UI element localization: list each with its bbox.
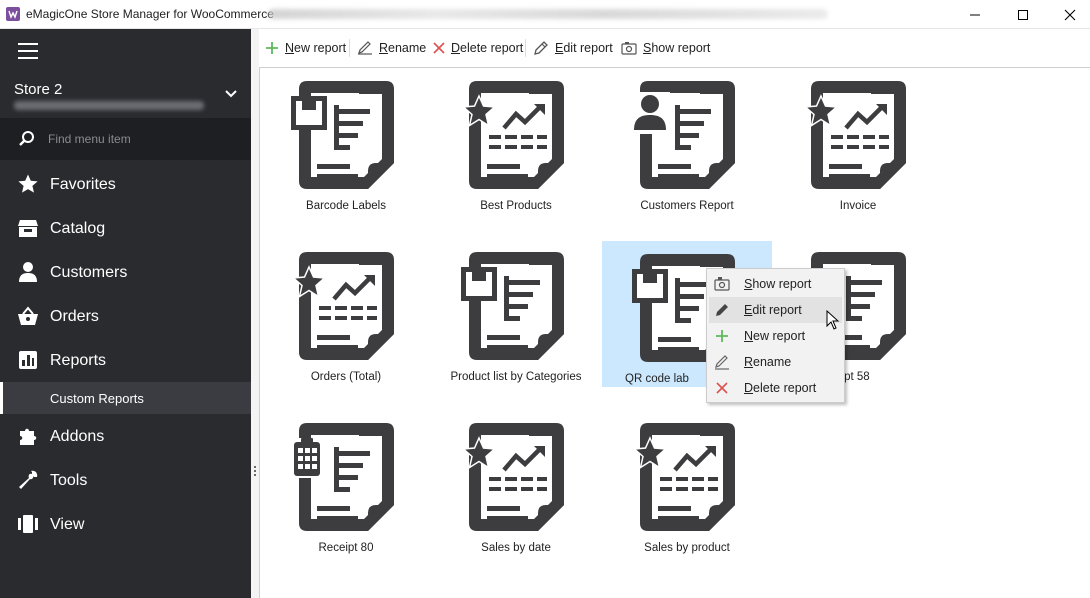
pencil-icon: [716, 304, 728, 316]
hamburger-menu-icon[interactable]: [18, 43, 38, 59]
edit-report-button[interactable]: Edit report: [533, 38, 613, 58]
star-icon: [18, 174, 38, 193]
sidebar-item-favorites[interactable]: Favorites: [0, 162, 251, 206]
basket-icon: [18, 306, 38, 325]
pencil-icon: [534, 41, 548, 55]
toolbar-separator: [349, 39, 350, 57]
menu-search: [0, 118, 251, 160]
view-icon: [18, 515, 38, 533]
store-url-blurred: [14, 101, 204, 110]
new-report-button[interactable]: New report: [265, 38, 346, 58]
splitter-grip[interactable]: [254, 466, 256, 476]
sidebar: Store 2 Favorites Catalog Customers Orde…: [0, 29, 251, 598]
report-label: Orders (Total): [310, 371, 382, 383]
report-document-icon: [632, 81, 735, 189]
title-bar: eMagicOne Store Manager for WooCommerce: [0, 0, 1090, 29]
chevron-down-icon[interactable]: [224, 89, 238, 99]
report-tile-sales-by-date[interactable]: Sales by date: [431, 410, 601, 556]
report-document-icon: [461, 423, 564, 531]
sidebar-item-custom-reports[interactable]: Custom Reports: [0, 382, 251, 414]
report-label: Barcode Labels: [306, 200, 386, 212]
box-icon: [18, 220, 38, 237]
report-label: Invoice: [839, 200, 877, 212]
calculator-icon: [291, 438, 323, 478]
reports-grid: Barcode Labels Best Products Customers R…: [259, 67, 1090, 598]
report-document-icon: [461, 81, 564, 189]
show-report-icon: [621, 42, 637, 55]
menu-search-input[interactable]: [48, 130, 238, 148]
report-tile-sales-by-product[interactable]: Sales by product: [602, 410, 772, 556]
box-icon: [632, 269, 668, 303]
minimize-button[interactable]: [952, 0, 998, 29]
maximize-icon: [1018, 9, 1028, 20]
report-tile-receipt-80[interactable]: Receipt 80: [261, 410, 431, 556]
delete-report-button[interactable]: Delete report: [433, 38, 523, 58]
report-document-icon: [461, 252, 564, 360]
minimize-icon: [970, 14, 980, 15]
mouse-cursor-icon: [826, 310, 840, 330]
context-menu: Show report Edit report New report Renam…: [706, 268, 845, 403]
report-label: QR code lab: [625, 373, 689, 385]
show-report-button[interactable]: Show report: [621, 38, 710, 58]
rename-icon: [358, 41, 372, 55]
sidebar-nav: Favorites Catalog Customers Orders Repor…: [0, 162, 251, 546]
report-tile-barcode-labels[interactable]: Barcode Labels: [261, 68, 431, 214]
puzzle-icon: [20, 428, 37, 445]
delete-icon: [716, 382, 728, 394]
sidebar-item-tools[interactable]: Tools: [0, 458, 251, 502]
report-tile-best-products[interactable]: Best Products: [431, 68, 601, 214]
show-report-icon: [714, 277, 730, 291]
store-name[interactable]: Store 2: [14, 81, 62, 98]
report-label: Customers Report: [640, 200, 734, 212]
box-icon: [461, 267, 497, 301]
app-logo-icon: [6, 7, 20, 21]
window-title: eMagicOne Store Manager for WooCommerce: [26, 7, 274, 21]
report-label: Receipt 80: [318, 542, 374, 554]
context-menu-new-report[interactable]: New report: [709, 323, 842, 349]
sidebar-item-reports[interactable]: Reports: [0, 338, 251, 382]
report-label: Sales by date: [481, 542, 551, 554]
person-icon: [632, 92, 670, 134]
sidebar-item-addons[interactable]: Addons: [0, 414, 251, 458]
report-label: Sales by product: [644, 542, 730, 554]
box-icon: [291, 96, 327, 130]
close-button[interactable]: [1047, 0, 1090, 29]
bar-chart-icon: [19, 351, 37, 369]
report-document-icon: [291, 81, 394, 189]
report-document-icon: [291, 252, 394, 360]
sidebar-item-catalog[interactable]: Catalog: [0, 206, 251, 250]
panel-splitter[interactable]: [251, 29, 259, 598]
report-tile-product-list-by-categories[interactable]: Product list by Categories: [431, 239, 601, 385]
toolbar-separator: [525, 39, 526, 57]
rename-icon: [715, 355, 729, 370]
delete-icon: [433, 42, 445, 54]
report-tile-orders-total[interactable]: Orders (Total): [261, 239, 431, 385]
report-document-icon: [803, 81, 906, 189]
window-title-blurred: [268, 9, 828, 19]
report-tile-invoice[interactable]: Invoice: [773, 68, 943, 214]
search-icon: [19, 131, 34, 146]
context-menu-show-report[interactable]: Show report: [709, 271, 842, 297]
report-label: Best Products: [480, 200, 552, 212]
report-document-icon: [291, 423, 394, 531]
context-menu-delete-report[interactable]: Delete report: [709, 375, 842, 401]
report-tile-customers-report[interactable]: Customers Report: [602, 68, 772, 214]
maximize-button[interactable]: [1000, 0, 1046, 29]
context-menu-rename[interactable]: Rename: [709, 349, 842, 375]
wrench-icon: [19, 470, 38, 489]
rename-button[interactable]: Rename: [357, 38, 426, 58]
toolbar: New report Rename Delete report Edit rep…: [259, 29, 1090, 67]
sidebar-item-orders[interactable]: Orders: [0, 294, 251, 338]
person-icon: [19, 262, 37, 282]
sidebar-item-customers[interactable]: Customers: [0, 250, 251, 294]
report-label: Product list by Categories: [450, 371, 582, 383]
close-icon: [1064, 9, 1076, 20]
sidebar-item-view[interactable]: View: [0, 502, 251, 546]
plus-icon: [266, 42, 278, 54]
report-document-icon: [632, 423, 735, 531]
context-menu-edit-report[interactable]: Edit report: [709, 297, 842, 323]
plus-icon: [716, 330, 728, 342]
